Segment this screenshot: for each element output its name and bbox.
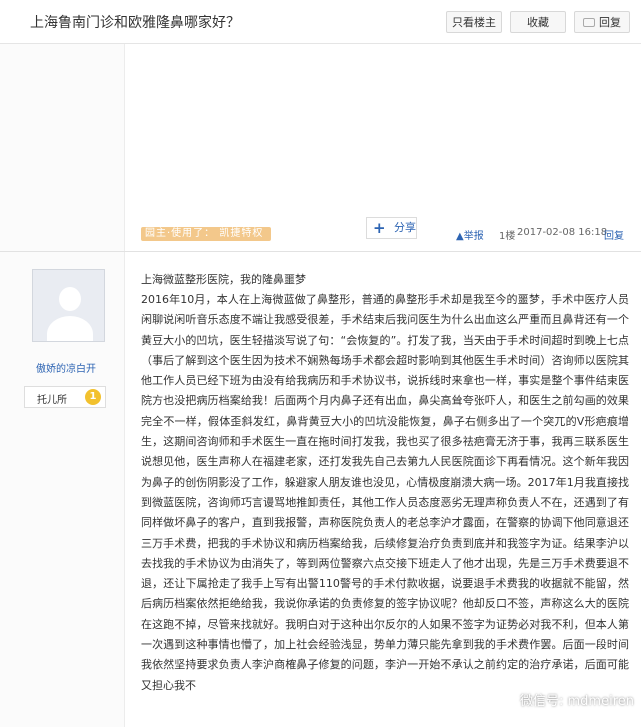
post-body: 2016年10月，本人在上海微蓝做了鼻整形，普通的鼻整形手术却是我至今的噩梦，手… xyxy=(141,293,629,692)
report-icon: ▲ xyxy=(456,231,464,242)
avatar-shoulder-shape xyxy=(47,316,93,341)
share-button[interactable]: + 分享 xyxy=(366,217,417,239)
reply-icon xyxy=(583,18,595,27)
author-tag-label: 托儿所 xyxy=(37,395,67,406)
wechat-watermark: 微信号: mdmeiren xyxy=(520,694,634,709)
thread-header: 上海鲁南门诊和欧雅隆鼻哪家好？ 只看楼主 收藏 回复 xyxy=(0,0,641,44)
report-link[interactable]: ▲举报 xyxy=(456,227,484,242)
only-host-button[interactable]: 只看楼主 xyxy=(446,11,502,33)
author-column: 傲娇的凉白开 托儿所 1 xyxy=(0,252,125,727)
floor-number: 1楼 xyxy=(499,231,516,242)
previous-author-column xyxy=(0,44,125,251)
reply-button-label: 回复 xyxy=(599,16,621,29)
share-label: 分享 xyxy=(394,221,416,234)
post-subject: 上海微蓝整形医院，我的隆鼻噩梦 xyxy=(141,273,306,286)
privilege-tags: 园主·使用了： 凯捷特权 xyxy=(141,227,271,241)
favorite-button[interactable]: 收藏 xyxy=(510,11,566,33)
author-name[interactable]: 傲娇的凉白开 xyxy=(36,360,96,375)
avatar[interactable] xyxy=(32,269,105,342)
post-reply-link[interactable]: 回复 xyxy=(604,227,624,242)
share-icon: + xyxy=(373,219,386,237)
previous-post: + 分享 xyxy=(0,44,641,251)
post-content: 上海微蓝整形医院，我的隆鼻噩梦 2016年10月，本人在上海微蓝做了鼻整形，普通… xyxy=(141,271,629,696)
report-label: 举报 xyxy=(463,231,484,242)
avatar-head-shape xyxy=(59,287,81,311)
author-tag: 托儿所 1 xyxy=(24,386,106,408)
level-badge-icon: 1 xyxy=(85,389,101,405)
reply-button[interactable]: 回复 xyxy=(574,11,630,33)
post-timestamp: 2017-02-08 16:18 xyxy=(517,227,608,238)
thread-title: 上海鲁南门诊和欧雅隆鼻哪家好？ xyxy=(30,15,240,31)
